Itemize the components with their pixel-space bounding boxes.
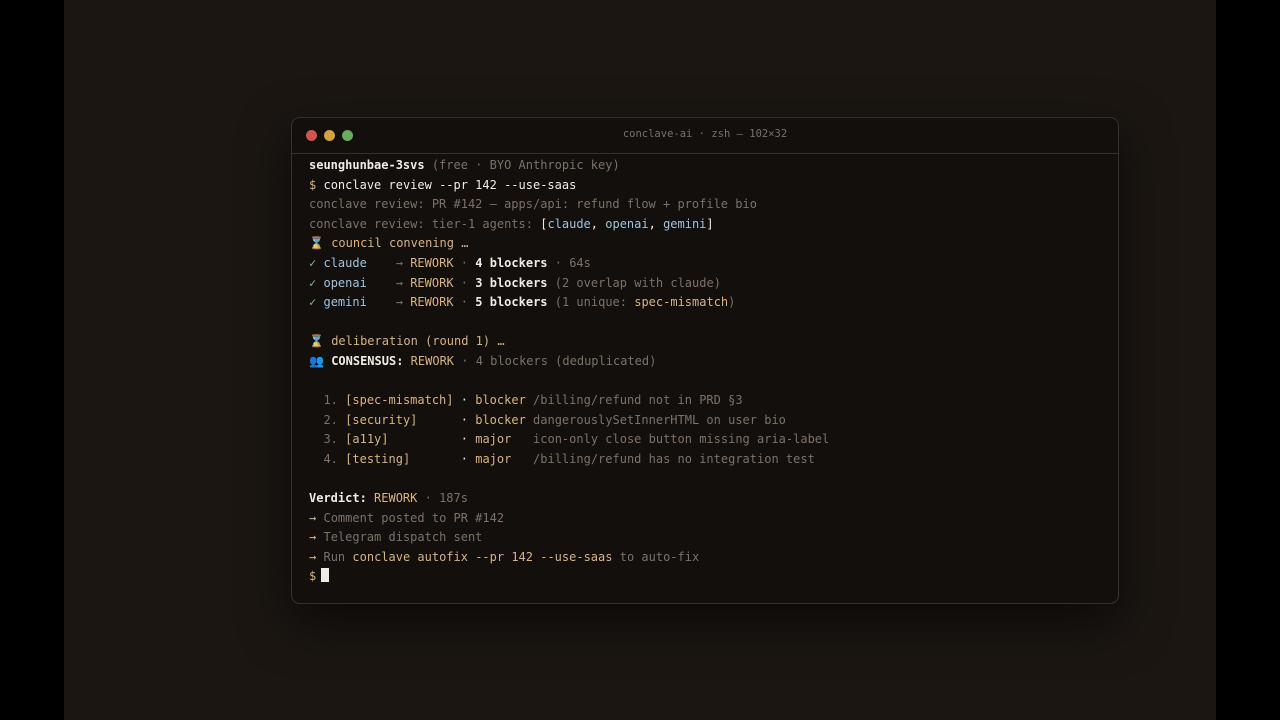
- tier-agent-openai: openai: [605, 216, 649, 231]
- arrow-icon: →: [395, 295, 403, 310]
- issue-description: icon-only close button missing aria-labe…: [533, 432, 830, 447]
- tier-agent-gemini: gemini: [663, 216, 707, 231]
- title-bar[interactable]: conclave-ai · zsh — 102×32: [292, 118, 1118, 154]
- action-text: Telegram dispatch sent: [323, 530, 483, 545]
- issue-description: /billing/refund not in PRD §3: [533, 393, 743, 408]
- issue-row: 4. [testing] · major /billing/refund has…: [323, 451, 815, 466]
- hourglass-icon: ⌛: [309, 236, 324, 251]
- verdict-label: Verdict:: [309, 491, 367, 506]
- arrow-icon: →: [395, 255, 403, 270]
- arrow-icon: →: [309, 510, 317, 525]
- terminal-output[interactable]: seunghunbae-3svs (free · BYO Anthropic k…: [309, 156, 1108, 587]
- command-line: $ conclave review --pr 142 --use-saas: [309, 176, 1108, 196]
- issue-description: /billing/refund has no integration test: [533, 451, 815, 466]
- check-icon: ✓: [309, 275, 317, 290]
- text-cursor[interactable]: [321, 568, 330, 583]
- arrow-icon: →: [395, 275, 403, 290]
- verdict-value: REWORK: [374, 491, 418, 506]
- run-command: conclave autofix --pr 142 --use-saas: [352, 549, 613, 564]
- issue-row: 2. [security] · blocker dangerouslySetIn…: [323, 412, 786, 427]
- action-line: → Comment posted to PR #142: [309, 509, 1108, 529]
- agent-note-strong: spec-mismatch: [634, 295, 729, 310]
- issue-severity: major: [475, 451, 512, 466]
- prompt-symbol: $: [309, 569, 317, 584]
- check-icon: ✓: [309, 255, 317, 270]
- issue-row: 1. [spec-mismatch] · blocker /billing/re…: [323, 393, 743, 408]
- review-info-line: conclave review: PR #142 — apps/api: ref…: [309, 197, 757, 212]
- agent-result-row: ✓ gemini → REWORK · 5 blockers (1 unique…: [309, 295, 736, 310]
- session-line: seunghunbae-3svs (free · BYO Anthropic k…: [309, 156, 1108, 176]
- agent-verdict: REWORK: [410, 295, 454, 310]
- agent-name: claude: [323, 255, 367, 270]
- agent-blockers: 4 blockers: [475, 255, 548, 270]
- verdict-time: · 187s: [424, 491, 468, 506]
- arrow-icon: →: [309, 549, 317, 564]
- issue-severity: major: [475, 432, 512, 447]
- tier-agent-claude: claude: [547, 216, 591, 231]
- tier-agents-line: conclave review: tier-1 agents: [claude,…: [309, 216, 714, 231]
- tier-prefix: conclave review: tier-1 agents:: [309, 216, 533, 231]
- issue-row: 3. [a11y] · major icon-only close button…: [323, 432, 830, 447]
- run-hint-line: → Run conclave autofix --pr 142 --use-sa…: [309, 549, 700, 564]
- agent-result-row: ✓ claude → REWORK · 4 blockers · 64s: [309, 255, 591, 270]
- people-icon: 👥: [309, 353, 324, 368]
- agent-verdict: REWORK: [410, 255, 454, 270]
- input-line[interactable]: $: [309, 567, 1108, 587]
- issue-number: 4.: [323, 451, 338, 466]
- agent-note: · 64s: [554, 255, 591, 270]
- prompt-symbol: $: [309, 177, 317, 192]
- issue-number: 3.: [323, 432, 338, 447]
- consensus-line: 👥 CONSENSUS: REWORK · 4 blockers (dedupl…: [309, 352, 1108, 372]
- username: seunghunbae-3svs: [309, 158, 425, 172]
- agent-name: gemini: [323, 295, 367, 310]
- issue-description: dangerouslySetInnerHTML on user bio: [533, 412, 786, 427]
- issue-tag: [security]: [345, 412, 418, 427]
- agent-note: (1 unique:: [554, 295, 635, 310]
- convening-text: council convening …: [331, 236, 469, 251]
- consensus-verdict: REWORK: [410, 353, 455, 368]
- consensus-label: CONSENSUS:: [331, 353, 404, 368]
- verdict-line: Verdict: REWORK · 187s: [309, 489, 1108, 509]
- agent-result-row: ✓ openai → REWORK · 3 blockers (2 overla…: [309, 275, 721, 290]
- agent-blockers: 3 blockers: [475, 275, 548, 290]
- agent-blockers: 5 blockers: [475, 295, 548, 310]
- hourglass-icon: ⌛: [309, 334, 324, 349]
- action-line: → Telegram dispatch sent: [309, 528, 1108, 548]
- desktop-background: conclave-ai · zsh — 102×32 seunghunbae-3…: [64, 0, 1216, 720]
- issue-number: 2.: [323, 412, 338, 427]
- issue-tag: [spec-mismatch]: [345, 393, 454, 408]
- issue-severity: blocker: [475, 412, 526, 427]
- action-text: Comment posted to PR #142: [323, 510, 505, 525]
- deliberation-text: deliberation (round 1) …: [331, 334, 505, 349]
- issue-number: 1.: [323, 393, 338, 408]
- agent-note: (2 overlap with claude): [554, 275, 721, 290]
- check-icon: ✓: [309, 295, 317, 310]
- issue-tag: [a11y]: [345, 432, 389, 447]
- consensus-note: · 4 blockers (deduplicated): [461, 353, 657, 368]
- issue-severity: blocker: [475, 393, 526, 408]
- issue-tag: [testing]: [345, 451, 411, 466]
- command-text: conclave review --pr 142 --use-saas: [323, 177, 577, 192]
- terminal-window[interactable]: conclave-ai · zsh — 102×32 seunghunbae-3…: [291, 117, 1119, 604]
- agent-verdict: REWORK: [410, 275, 454, 290]
- deliberation-line: ⌛ deliberation (round 1) …: [309, 332, 1108, 352]
- arrow-icon: →: [309, 530, 317, 545]
- agent-name: openai: [323, 275, 367, 290]
- convening-line: ⌛ council convening …: [309, 234, 1108, 254]
- user-note: (free · BYO Anthropic key): [431, 158, 620, 172]
- window-title: conclave-ai · zsh — 102×32: [622, 128, 788, 140]
